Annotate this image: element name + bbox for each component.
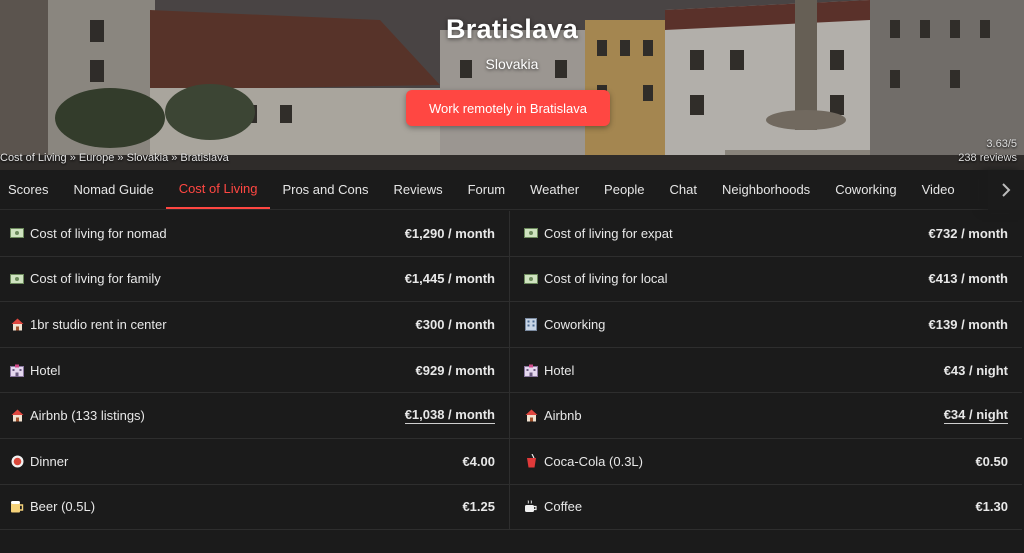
cost-value: €1.30 bbox=[975, 499, 1008, 515]
airbnb-night-link[interactable]: €34 / night bbox=[943, 407, 1008, 425]
money-icon bbox=[10, 272, 24, 286]
cost-row-expat: Cost of living for expat €732 / month bbox=[509, 211, 1022, 257]
city-title: Bratislava bbox=[445, 14, 579, 44]
breadcrumb: Cost of Living » Europe » Slovakia » Bra… bbox=[0, 152, 229, 164]
cost-value: €413 / month bbox=[928, 271, 1008, 287]
review-count[interactable]: 238 reviews bbox=[958, 152, 1017, 164]
cost-label: 1br studio rent in center bbox=[30, 316, 167, 332]
house-icon bbox=[10, 317, 24, 331]
cost-label: Dinner bbox=[30, 453, 69, 469]
tab-reviews[interactable]: Reviews bbox=[381, 170, 455, 209]
cost-row-family: Cost of living for family €1,445 / month bbox=[0, 257, 509, 303]
hotel-icon bbox=[524, 363, 538, 377]
cost-label: Hotel bbox=[30, 362, 61, 378]
overall-score: 3.63/5 bbox=[986, 138, 1017, 150]
tab-nomad-guide[interactable]: Nomad Guide bbox=[61, 170, 166, 209]
cost-label: Coca-Cola (0.3L) bbox=[544, 453, 643, 469]
city-hero: Bratislava Slovakia Work remotely in Bra… bbox=[0, 0, 1024, 170]
house-icon bbox=[10, 409, 24, 423]
chevron-right-icon bbox=[1002, 183, 1011, 197]
cost-value: €1,290 / month bbox=[404, 225, 495, 241]
office-icon bbox=[524, 317, 538, 331]
tab-neighborhoods[interactable]: Neighborhoods bbox=[710, 170, 823, 209]
cost-value: €0.50 bbox=[975, 453, 1008, 469]
money-icon bbox=[10, 226, 24, 240]
cost-row-dinner: Dinner €4.00 bbox=[0, 439, 509, 485]
house-icon bbox=[524, 409, 538, 423]
tab-scores[interactable]: Scores bbox=[0, 170, 61, 209]
country-name: Slovakia bbox=[485, 56, 539, 72]
cost-row-coffee: Coffee €1.30 bbox=[509, 484, 1022, 531]
breadcrumb-separator: » bbox=[114, 152, 127, 164]
breadcrumb-separator: » bbox=[168, 152, 181, 164]
breadcrumb-item-europe[interactable]: Europe bbox=[79, 152, 114, 164]
money-icon bbox=[524, 272, 538, 286]
cost-label: Cost of living for local bbox=[544, 271, 668, 287]
breadcrumb-separator: » bbox=[66, 152, 79, 164]
airbnb-month-link[interactable]: €1,038 / month bbox=[404, 407, 495, 425]
tab-coworking[interactable]: Coworking bbox=[823, 170, 909, 209]
cost-value: €4.00 bbox=[462, 453, 495, 469]
hotel-icon bbox=[10, 363, 24, 377]
cost-row-nomad: Cost of living for nomad €1,290 / month bbox=[0, 211, 509, 257]
cost-value: €929 / month bbox=[415, 362, 495, 378]
cost-row-airbnb-night: Airbnb €34 / night bbox=[509, 393, 1022, 439]
tabs-scroll-right-button[interactable] bbox=[988, 170, 1024, 210]
tab-weather[interactable]: Weather bbox=[518, 170, 592, 209]
cost-row-coworking: Coworking €139 / month bbox=[509, 302, 1022, 348]
money-icon bbox=[524, 226, 538, 240]
cost-row-beer: Beer (0.5L) €1.25 bbox=[0, 485, 509, 531]
cost-label: Airbnb (133 listings) bbox=[30, 408, 145, 424]
beer-icon bbox=[10, 500, 24, 514]
dinner-icon bbox=[10, 454, 24, 468]
cost-row-hotel-night: Hotel €43 / night bbox=[509, 347, 1022, 394]
cost-label: Coffee bbox=[544, 499, 583, 515]
cola-icon bbox=[524, 454, 538, 468]
tab-chat[interactable]: Chat bbox=[657, 170, 709, 209]
breadcrumb-item-bratislava[interactable]: Bratislava bbox=[180, 152, 228, 164]
cost-value: €1.25 bbox=[462, 499, 495, 515]
cost-value: €1,445 / month bbox=[404, 271, 495, 287]
cost-value: €732 / month bbox=[928, 225, 1008, 241]
cost-row-airbnb-month: Airbnb (133 listings) €1,038 / month bbox=[0, 393, 509, 439]
tab-cost-of-living[interactable]: Cost of Living bbox=[166, 170, 270, 209]
cost-of-living-table: Cost of living for nomad €1,290 / month … bbox=[0, 211, 1022, 531]
cost-label: Hotel bbox=[544, 362, 575, 378]
cost-label: Cost of living for nomad bbox=[30, 225, 167, 241]
cost-label: Airbnb bbox=[544, 408, 582, 424]
cost-row-hotel: Hotel €929 / month bbox=[0, 348, 509, 394]
cost-label: Cost of living for expat bbox=[544, 225, 673, 241]
tab-video[interactable]: Video bbox=[909, 170, 967, 209]
tab-forum[interactable]: Forum bbox=[455, 170, 518, 209]
cost-value: €300 / month bbox=[415, 316, 495, 332]
cost-row-local: Cost of living for local €413 / month bbox=[509, 256, 1022, 303]
work-remotely-button[interactable]: Work remotely in Bratislava bbox=[406, 90, 610, 126]
cost-row-studio-rent: 1br studio rent in center €300 / month bbox=[0, 302, 509, 348]
cost-label: Beer (0.5L) bbox=[30, 499, 96, 515]
cost-value: €139 / month bbox=[928, 316, 1008, 332]
cost-value: €43 / night bbox=[943, 362, 1008, 378]
tab-people[interactable]: People bbox=[592, 170, 657, 209]
cost-row-coca-cola: Coca-Cola (0.3L) €0.50 bbox=[509, 438, 1022, 485]
breadcrumb-item-cost-of-living[interactable]: Cost of Living bbox=[0, 152, 67, 164]
coffee-icon bbox=[524, 500, 538, 514]
breadcrumb-item-slovakia[interactable]: Slovakia bbox=[127, 152, 169, 164]
cost-label: Coworking bbox=[544, 316, 606, 332]
tab-pros-and-cons[interactable]: Pros and Cons bbox=[270, 170, 381, 209]
section-tabs: Scores Nomad Guide Cost of Living Pros a… bbox=[0, 170, 1024, 210]
cost-label: Cost of living for family bbox=[30, 271, 161, 287]
